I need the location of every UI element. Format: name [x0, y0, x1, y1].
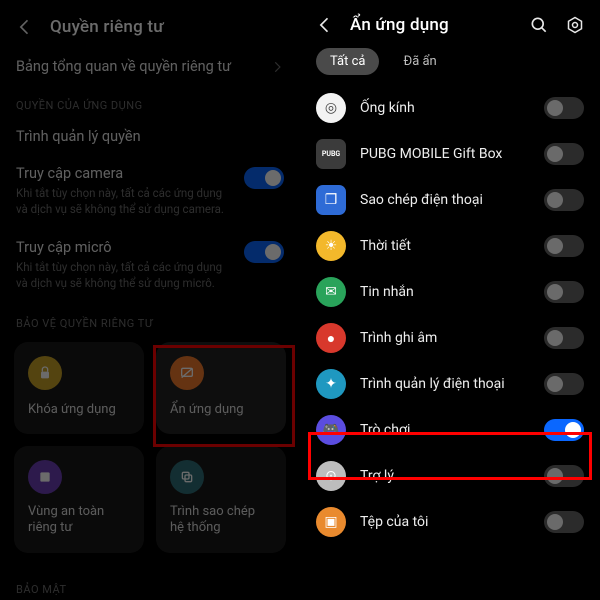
app-toggle[interactable]: [544, 143, 584, 165]
app-toggle[interactable]: [544, 97, 584, 119]
tile-hide-apps[interactable]: Ẩn ứng dụng: [156, 342, 286, 434]
app-toggle[interactable]: [544, 281, 584, 303]
app-name: Trợ lý: [360, 468, 530, 484]
app-name: Sao chép điện thoại: [360, 192, 530, 208]
hide-icon: [170, 356, 204, 390]
assistant-icon: ⊙: [316, 461, 346, 491]
recorder-icon: ●: [316, 323, 346, 353]
mic-access-toggle[interactable]: [244, 241, 284, 263]
app-toggle[interactable]: [544, 189, 584, 211]
app-name: Ống kính: [360, 100, 530, 116]
app-row[interactable]: ☀ Thời tiết: [300, 223, 600, 269]
tile-app-lock-label: Khóa ứng dụng: [28, 402, 130, 418]
privacy-settings-pane: Quyền riêng tư Bảng tổng quan về quyền r…: [0, 0, 300, 600]
tile-system-cloner[interactable]: Trình sao chép hệ thống: [156, 446, 286, 553]
app-name: Trò chơi: [360, 422, 530, 438]
permission-manager-label: Trình quản lý quyền: [16, 128, 141, 145]
search-icon[interactable]: [528, 14, 550, 36]
app-row[interactable]: ▣ Tệp của tôi: [300, 499, 600, 545]
settings-icon[interactable]: [564, 14, 586, 36]
mic-access-row[interactable]: Truy cập micrô Khi tắt tùy chọn này, tất…: [0, 229, 300, 295]
app-name: PUBG MOBILE Gift Box: [360, 146, 530, 162]
lock-icon: [28, 356, 62, 390]
back-icon[interactable]: [314, 14, 336, 36]
app-row[interactable]: 🎮 Trò chơi: [300, 407, 600, 453]
app-row[interactable]: ● Trình ghi âm: [300, 315, 600, 361]
tab-all[interactable]: Tất cả: [316, 48, 379, 75]
camera-access-title: Truy cập camera: [16, 165, 234, 182]
app-name: Tin nhắn: [360, 284, 530, 300]
filter-tabs: Tất cả Đã ẩn: [300, 44, 600, 85]
app-row[interactable]: ✦ Trình quản lý điện thoại: [300, 361, 600, 407]
app-row[interactable]: ✉ Tin nhắn: [300, 269, 600, 315]
privacy-overview-label: Bảng tổng quan về quyền riêng tư: [16, 58, 231, 75]
app-row[interactable]: ❐ Sao chép điện thoại: [300, 177, 600, 223]
mic-access-desc: Khi tắt tùy chọn này, tất cả các ứng dụn…: [16, 260, 234, 291]
camera-access-toggle[interactable]: [244, 167, 284, 189]
section-security: BẢO MẬT: [0, 569, 300, 600]
tile-system-cloner-label: Trình sao chép hệ thống: [170, 504, 272, 537]
camera-access-row[interactable]: Truy cập camera Khi tắt tùy chọn này, tấ…: [0, 155, 300, 221]
app-toggle[interactable]: [544, 465, 584, 487]
clone-icon: [170, 460, 204, 494]
tile-hide-apps-label: Ẩn ứng dụng: [170, 402, 272, 418]
permission-manager-row[interactable]: Trình quản lý quyền: [0, 118, 300, 155]
header: Quyền riêng tư: [0, 0, 300, 48]
section-app-permissions: QUYỀN CỦA ỨNG DỤNG: [0, 85, 300, 118]
chevron-right-icon: [270, 60, 284, 74]
app-name: Thời tiết: [360, 238, 530, 254]
app-toggle[interactable]: [544, 419, 584, 441]
app-name: Trình ghi âm: [360, 330, 530, 346]
messages-icon: ✉: [316, 277, 346, 307]
page-title: Ẩn ứng dụng: [350, 15, 449, 35]
privacy-tiles: Khóa ứng dụng Ẩn ứng dụng Vùng an toàn r…: [0, 336, 300, 559]
phone-manager-icon: ✦: [316, 369, 346, 399]
lens-icon: ◎: [316, 93, 346, 123]
camera-access-desc: Khi tắt tùy chọn này, tất cả các ứng dụn…: [16, 186, 234, 217]
app-row[interactable]: ◎ Ống kính: [300, 85, 600, 131]
app-toggle[interactable]: [544, 235, 584, 257]
hide-apps-pane: Ẩn ứng dụng Tất cả Đã ẩn ◎ Ống kính PUBG…: [300, 0, 600, 600]
page-title: Quyền riêng tư: [50, 17, 164, 37]
privacy-overview-row[interactable]: Bảng tổng quan về quyền riêng tư: [0, 48, 300, 85]
tile-private-safe-label: Vùng an toàn riêng tư: [28, 504, 130, 537]
section-privacy-protection: BẢO VỆ QUYỀN RIÊNG TƯ: [0, 303, 300, 336]
games-icon: 🎮: [316, 415, 346, 445]
tile-app-lock[interactable]: Khóa ứng dụng: [14, 342, 144, 434]
app-row[interactable]: PUBG PUBG MOBILE Gift Box: [300, 131, 600, 177]
pubg-icon: PUBG: [316, 139, 346, 169]
app-row[interactable]: ⊙ Trợ lý: [300, 453, 600, 499]
back-icon[interactable]: [14, 16, 36, 38]
app-name: Trình quản lý điện thoại: [360, 376, 530, 392]
tile-private-safe[interactable]: Vùng an toàn riêng tư: [14, 446, 144, 553]
app-toggle[interactable]: [544, 327, 584, 349]
app-toggle[interactable]: [544, 373, 584, 395]
app-name: Tệp của tôi: [360, 514, 530, 530]
app-list: ◎ Ống kính PUBG PUBG MOBILE Gift Box ❐ S…: [300, 85, 600, 545]
files-icon: ▣: [316, 507, 346, 537]
safe-icon: [28, 460, 62, 494]
phone-clone-icon: ❐: [316, 185, 346, 215]
app-toggle[interactable]: [544, 511, 584, 533]
tab-hidden[interactable]: Đã ẩn: [389, 48, 450, 75]
mic-access-title: Truy cập micrô: [16, 239, 234, 256]
header: Ẩn ứng dụng: [300, 0, 600, 44]
weather-icon: ☀: [316, 231, 346, 261]
